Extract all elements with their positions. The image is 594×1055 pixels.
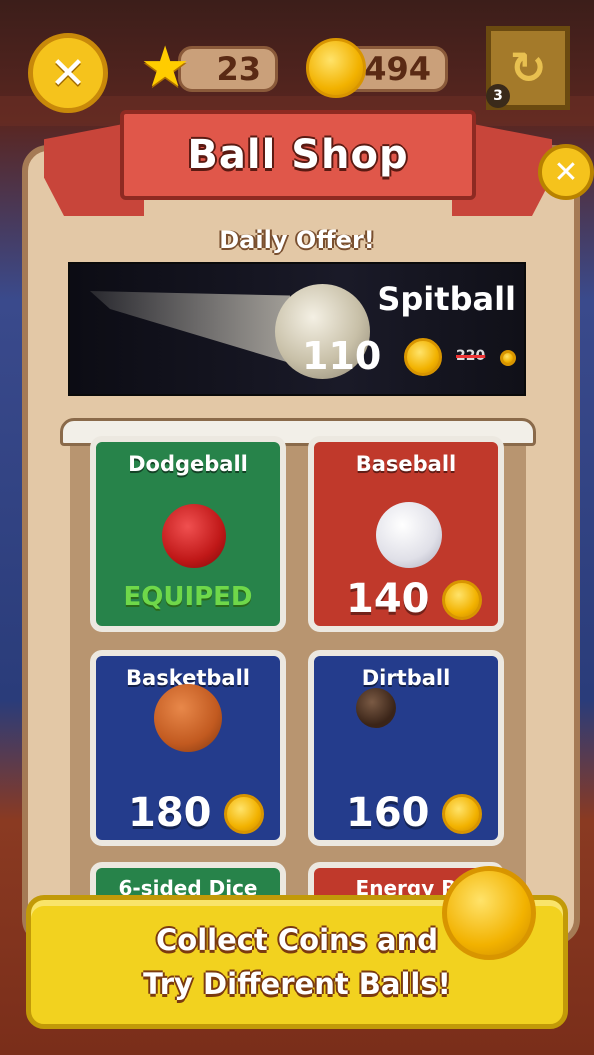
shop-title: Ball Shop <box>187 132 409 178</box>
coin-icon <box>306 38 366 98</box>
coin-icon <box>442 866 536 960</box>
coin-icon <box>500 350 516 366</box>
offer-price: 110 <box>302 334 382 378</box>
basketball-image <box>154 684 222 752</box>
equipped-status: EQUIPED <box>123 582 253 612</box>
coin-icon <box>404 338 442 376</box>
dirtball-image <box>356 688 396 728</box>
star-icon: ★ <box>140 35 191 100</box>
baseball-image <box>376 502 442 568</box>
promo-line-2: Try Different Balls! <box>143 967 451 1001</box>
title-banner: Ball Shop <box>120 110 476 200</box>
close-panel-icon[interactable]: ✕ <box>538 144 594 200</box>
ball-name: Dodgeball <box>128 452 248 476</box>
ball-card-basketball[interactable]: Basketball 180 <box>90 650 286 846</box>
ball-name: Baseball <box>355 452 457 476</box>
daily-offer-label: Daily Offer! <box>219 226 375 254</box>
stars-value: 23 <box>216 50 261 88</box>
ball-price: 140 <box>346 576 430 622</box>
dodgeball-image <box>162 504 226 568</box>
coin-icon <box>442 794 482 834</box>
offer-name: Spitball <box>377 280 516 318</box>
ball-card-dodgeball[interactable]: Dodgeball EQUIPED <box>90 436 286 632</box>
spitball-trail-image <box>90 291 290 363</box>
daily-offer-card[interactable]: Spitball 110 220 <box>68 262 526 396</box>
ball-card-baseball[interactable]: Baseball 140 <box>308 436 504 632</box>
ball-price: 180 <box>128 790 212 836</box>
close-icon[interactable]: ✕ <box>28 33 108 113</box>
coin-icon <box>442 580 482 620</box>
offer-old-price: 220 <box>456 348 486 364</box>
ball-name: Dirtball <box>361 666 451 690</box>
ball-price: 160 <box>346 790 430 836</box>
coin-icon <box>224 794 264 834</box>
coins-value: 494 <box>364 50 431 88</box>
ball-card-dirtball[interactable]: Dirtball 160 <box>308 650 504 846</box>
refresh-count-badge: 3 <box>486 84 510 108</box>
